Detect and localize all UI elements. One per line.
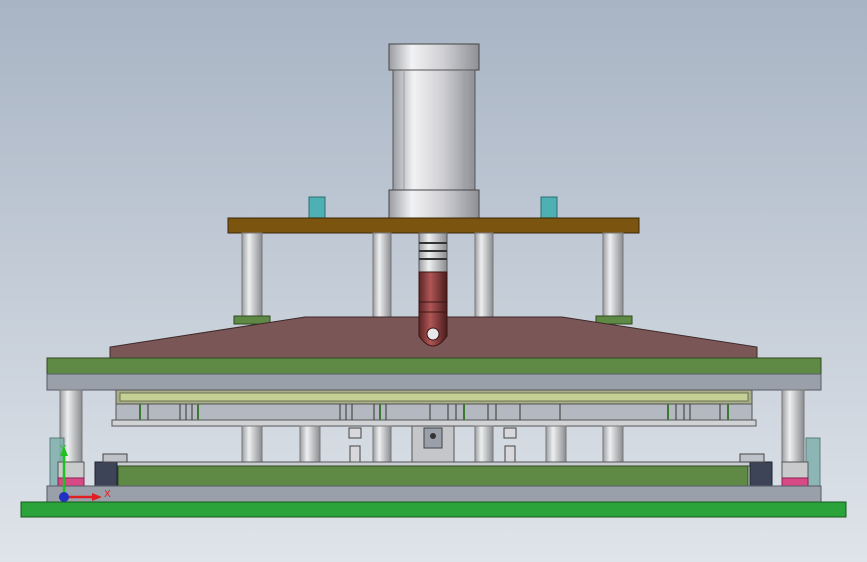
upper-die-assembly <box>111 389 757 427</box>
lower-grey-base-plate <box>46 485 822 503</box>
lower-die-top-strip <box>106 461 762 467</box>
teal-block-right <box>540 196 558 219</box>
air-cylinder <box>388 43 480 219</box>
z-axis-dot <box>59 492 69 502</box>
rod-clevis <box>418 311 448 347</box>
y-axis-label: Y <box>59 444 67 455</box>
top-brown-plate <box>227 217 640 234</box>
machine-base <box>20 501 847 518</box>
center-bracket <box>411 425 455 463</box>
x-axis-label: X <box>104 489 111 500</box>
teal-block-left <box>308 196 326 219</box>
upper-green-platen <box>46 357 822 375</box>
upper-grey-platen <box>46 373 822 391</box>
cad-viewport[interactable]: X Y <box>0 0 867 562</box>
press-machine-drawing: X Y <box>0 0 867 562</box>
lower-green-die <box>117 465 749 487</box>
